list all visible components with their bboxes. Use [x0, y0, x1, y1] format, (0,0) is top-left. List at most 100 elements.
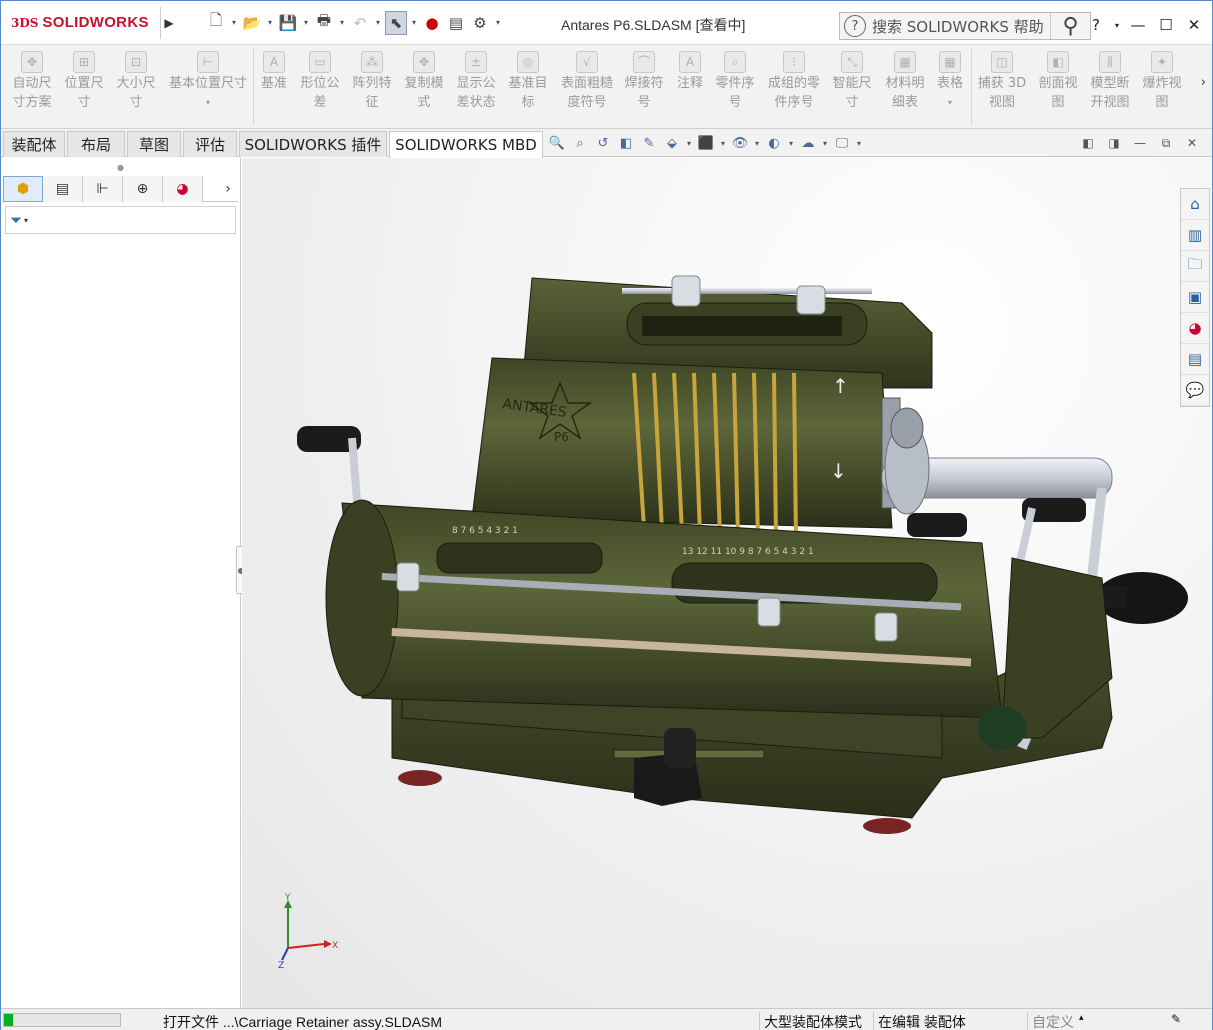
appearances-scenes-icon[interactable]: ◕ [1181, 313, 1209, 344]
status-large-assembly-mode[interactable]: 大型装配体模式 [759, 1012, 862, 1030]
ribbon-capture-3d-view[interactable]: ◫ 捕获 3D 视图 [975, 51, 1029, 112]
ribbon-copy-scheme[interactable]: ✥ 复制模式 [401, 51, 447, 112]
solidworks-logo[interactable]: 3DS SOLIDWORKS [11, 6, 161, 39]
help-menu-button[interactable]: ? [1084, 13, 1108, 37]
print-icon[interactable]: 🖶 [313, 11, 335, 35]
ribbon-table[interactable]: ▦ 表格 ▾ [931, 51, 969, 112]
status-custom-units[interactable]: 自定义 [1027, 1012, 1074, 1030]
ribbon-basic-location-dimension[interactable]: ⊢ 基本位置尺寸 ▾ [165, 51, 251, 112]
minimize-button[interactable]: — [1126, 13, 1150, 37]
hide-show-dropdown-icon[interactable]: ▾ [753, 133, 761, 153]
dynamic-annotation-icon[interactable]: ✎ [639, 133, 659, 153]
ribbon-size-dimension[interactable]: ⊡ 大小尺寸 [113, 51, 159, 112]
ribbon-datum-target[interactable]: ◎ 基准目标 [505, 51, 551, 112]
ribbon-label: 表格 [936, 76, 963, 91]
tile-right-icon[interactable]: ◨ [1106, 135, 1122, 151]
select-icon[interactable]: ⬉ [385, 10, 407, 35]
ribbon-datum[interactable]: A 基准 [257, 51, 291, 93]
file-properties-icon[interactable]: ▤ [445, 11, 467, 35]
ribbon-geometric-tolerance[interactable]: ▭ 形位公差 [297, 51, 343, 112]
ribbon-dropdown-icon[interactable]: ▾ [948, 93, 952, 112]
ribbon-stacked-balloon[interactable]: ⁝ 成组的零 件序号 [763, 51, 825, 112]
undo-dropdown-icon[interactable]: ▾ [373, 11, 383, 35]
maximize-button[interactable]: ☐ [1154, 13, 1178, 37]
panel-grip-icon[interactable]: ● [1, 158, 240, 176]
tab-layout[interactable]: 布局 [67, 131, 125, 157]
ribbon-smart-dimension[interactable]: ⤡ 智能尺寸 [829, 51, 875, 112]
graphics-viewport[interactable]: ANTARES P6 ↑ ↓ 8 7 6 5 4 3 2 1 13 12 11 … [242, 158, 1212, 1008]
view-orientation-icon[interactable]: ⬙ [662, 133, 682, 153]
zoom-to-fit-icon[interactable]: 🔍 [547, 133, 567, 153]
doc-close-icon[interactable]: ✕ [1184, 135, 1200, 151]
options-dropdown-icon[interactable]: ▾ [493, 11, 503, 35]
apply-scene-dropdown-icon[interactable]: ▾ [821, 133, 829, 153]
edit-appearance-icon[interactable]: ◐ [764, 133, 784, 153]
configuration-manager-tab-icon[interactable]: ⊩ [83, 176, 123, 202]
custom-properties-icon[interactable]: ▤ [1181, 344, 1209, 375]
ribbon-exploded-view[interactable]: ✦ 爆炸视图 [1139, 51, 1185, 112]
close-button[interactable]: ✕ [1182, 13, 1206, 37]
ribbon-pattern-feature[interactable]: ⁂ 阵列特征 [349, 51, 395, 112]
tab-solidworks-mbd[interactable]: SOLIDWORKS MBD [389, 131, 543, 158]
solidworks-forum-icon[interactable]: 💬 [1181, 375, 1209, 406]
property-manager-tab-icon[interactable]: ▤ [43, 176, 83, 202]
help-dropdown-icon[interactable]: ▾ [1112, 13, 1122, 37]
ribbon-more-icon[interactable]: › [1201, 75, 1206, 90]
design-library-icon[interactable]: ▥ [1181, 220, 1209, 251]
panel-tabs-more-icon[interactable]: › [218, 176, 238, 201]
doc-restore-icon[interactable]: ⧉ [1158, 135, 1174, 151]
view-settings-dropdown-icon[interactable]: ▾ [855, 133, 863, 153]
options-icon[interactable]: ⚙ [469, 11, 491, 35]
ribbon-note[interactable]: A 注释 [673, 51, 707, 93]
section-view-icon[interactable]: ◧ [616, 133, 636, 153]
filter-icon[interactable]: ⏷ ▾ [5, 206, 236, 234]
display-style-icon[interactable]: ⬛ [696, 133, 716, 153]
ribbon-weld-symbol[interactable]: ⌒ 焊接符号 [621, 51, 667, 112]
undo-icon[interactable]: ↶ [349, 11, 371, 35]
feature-tree-tab-icon[interactable]: ⬢ [3, 176, 43, 202]
previous-view-icon[interactable]: ↺ [593, 133, 613, 153]
solidworks-resources-icon[interactable]: ⌂ [1181, 189, 1209, 220]
rebuild-icon[interactable]: ● [421, 11, 443, 35]
doc-minimize-icon[interactable]: — [1132, 135, 1148, 151]
print-dropdown-icon[interactable]: ▾ [337, 11, 347, 35]
new-dropdown-icon[interactable]: ▾ [229, 11, 239, 35]
new-icon[interactable]: 🗋 [205, 11, 227, 35]
open-icon[interactable]: 📂 [241, 11, 263, 35]
dimxpert-manager-tab-icon[interactable]: ⊕ [123, 176, 163, 202]
ribbon-location-dimension[interactable]: ⊞ 位置尺寸 [61, 51, 107, 112]
ribbon-dropdown-icon[interactable]: ▾ [206, 93, 210, 112]
menu-expand-arrow-icon[interactable]: ▶ [161, 7, 177, 39]
units-dropdown-icon[interactable]: ▴ [1079, 1012, 1084, 1023]
ribbon-balloon[interactable]: ⌕ 零件序号 [711, 51, 759, 112]
display-style-dropdown-icon[interactable]: ▾ [719, 133, 727, 153]
ribbon-section-view[interactable]: ◧ 剖面视图 [1035, 51, 1081, 112]
hide-show-items-icon[interactable]: 👁 [730, 133, 750, 153]
edit-appearance-dropdown-icon[interactable]: ▾ [787, 133, 795, 153]
help-search-input[interactable]: 搜索 SOLIDWORKS 帮助 [872, 16, 1050, 37]
ribbon-surface-finish[interactable]: √ 表面粗糙 度符号 [557, 51, 617, 112]
ribbon-auto-dimension-scheme[interactable]: ✥ 自动尺 寸方案 [9, 51, 55, 112]
ribbon-model-break-view[interactable]: ⫼ 模型断 开视图 [1087, 51, 1133, 112]
view-settings-icon[interactable]: 🖵 [832, 133, 852, 153]
apply-scene-icon[interactable]: ☁ [798, 133, 818, 153]
ribbon-show-tolerance-status[interactable]: ± 显示公 差状态 [453, 51, 499, 112]
save-icon[interactable]: 💾 [277, 11, 299, 35]
file-explorer-icon[interactable]: 🗀 [1181, 251, 1209, 282]
tile-left-icon[interactable]: ◧ [1080, 135, 1096, 151]
ribbon-bill-of-materials[interactable]: ▦ 材料明 细表 [881, 51, 929, 112]
view-palette-icon[interactable]: ▣ [1181, 282, 1209, 313]
help-search-box[interactable]: ? 搜索 SOLIDWORKS 帮助 ⚲ [839, 12, 1091, 40]
status-rebuild-icon[interactable]: ✎ [1171, 1012, 1181, 1026]
open-dropdown-icon[interactable]: ▾ [265, 11, 275, 35]
tab-evaluate[interactable]: 评估 [183, 131, 237, 157]
select-dropdown-icon[interactable]: ▾ [409, 11, 419, 35]
tab-assembly[interactable]: 装配体 [3, 131, 65, 157]
display-manager-tab-icon[interactable]: ◕ [163, 176, 203, 202]
calculator-model[interactable]: ANTARES P6 ↑ ↓ 8 7 6 5 4 3 2 1 13 12 11 … [242, 158, 1212, 1008]
tab-solidworks-addins[interactable]: SOLIDWORKS 插件 [239, 131, 387, 157]
tab-sketch[interactable]: 草图 [127, 131, 181, 157]
save-dropdown-icon[interactable]: ▾ [301, 11, 311, 35]
zoom-to-area-icon[interactable]: ⌕ [570, 133, 590, 153]
view-orientation-dropdown-icon[interactable]: ▾ [685, 133, 693, 153]
